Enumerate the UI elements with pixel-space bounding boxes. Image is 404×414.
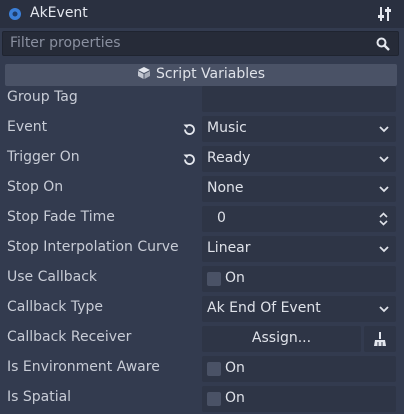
assign-label: Assign... <box>251 330 312 346</box>
property-label: Stop Fade Time <box>7 209 115 225</box>
property-label: Is Spatial <box>7 389 72 405</box>
up-down-arrows-icon[interactable] <box>378 211 389 227</box>
revert-icon[interactable] <box>182 152 197 167</box>
use-callback-checkbox[interactable]: On <box>202 266 396 292</box>
stop-fade-time-value: 0 <box>217 210 226 226</box>
script-variables-section[interactable]: Script Variables <box>5 64 397 86</box>
property-row-stop-interpolation-curve: Stop Interpolation Curve Linear <box>0 234 404 264</box>
stop-on-dropdown[interactable]: None <box>202 176 396 202</box>
broom-icon <box>374 332 386 346</box>
chevron-down-icon <box>379 306 389 313</box>
property-label: Event <box>7 119 48 135</box>
stop-fade-time-spinbox[interactable]: 0 <box>202 206 396 232</box>
checkbox-label: On <box>225 270 245 286</box>
property-row-is-environment-aware: Is Environment Aware On <box>0 354 404 384</box>
property-row-callback-type: Callback Type Ak End Of Event <box>0 294 404 324</box>
checkbox-label: On <box>225 390 245 406</box>
inspector-header: AkEvent <box>0 0 404 28</box>
callback-type-dropdown[interactable]: Ak End Of Event <box>202 296 396 322</box>
checkbox-label: On <box>225 360 245 376</box>
circle-node-icon <box>9 8 21 20</box>
stop-interpolation-curve-value: Linear <box>207 240 251 256</box>
cube-icon <box>137 67 150 79</box>
chevron-down-icon <box>379 186 389 193</box>
filter-placeholder: Filter properties <box>10 35 121 51</box>
property-row-trigger-on: Trigger On Ready <box>0 144 404 174</box>
property-row-use-callback: Use Callback On <box>0 264 404 294</box>
property-label: Callback Type <box>7 299 104 315</box>
checkbox-unchecked-icon <box>207 392 221 406</box>
property-row-is-spatial: Is Spatial On <box>0 384 404 414</box>
callback-type-value: Ak End Of Event <box>207 300 321 316</box>
trigger-on-value: Ready <box>207 150 251 166</box>
is-environment-aware-checkbox[interactable]: On <box>202 356 396 382</box>
property-label: Is Environment Aware <box>7 359 160 375</box>
search-icon <box>376 37 390 51</box>
node-title: AkEvent <box>30 5 88 21</box>
chevron-down-icon <box>379 156 389 163</box>
event-dropdown[interactable]: Music <box>202 116 396 142</box>
property-row-stop-on: Stop On None <box>0 174 404 204</box>
trigger-on-dropdown[interactable]: Ready <box>202 146 396 172</box>
chevron-down-icon <box>379 246 389 253</box>
group-tag-field[interactable] <box>202 86 396 112</box>
property-row-event: Event Music <box>0 114 404 144</box>
revert-icon[interactable] <box>182 122 197 137</box>
property-label: Group Tag <box>7 89 78 105</box>
checkbox-unchecked-icon <box>207 362 221 376</box>
property-label: Stop Interpolation Curve <box>7 239 179 255</box>
assign-button[interactable]: Assign... <box>202 326 361 352</box>
property-label: Stop On <box>7 179 64 195</box>
sliders-icon[interactable] <box>377 6 393 22</box>
section-label: Script Variables <box>155 66 266 82</box>
property-row-stop-fade-time: Stop Fade Time 0 <box>0 204 404 234</box>
property-label: Callback Receiver <box>7 329 132 345</box>
stop-on-value: None <box>207 180 244 196</box>
property-row-callback-receiver: Callback Receiver Assign... <box>0 324 404 354</box>
is-spatial-checkbox[interactable]: On <box>202 386 396 412</box>
property-label: Trigger On <box>7 149 80 165</box>
checkbox-unchecked-icon <box>207 272 221 286</box>
chevron-down-icon <box>379 126 389 133</box>
property-label: Use Callback <box>7 269 98 285</box>
event-value: Music <box>207 120 247 136</box>
property-row-group-tag: Group Tag <box>0 84 404 114</box>
clear-button[interactable] <box>364 326 396 352</box>
filter-properties-input[interactable]: Filter properties <box>2 31 399 56</box>
stop-interpolation-curve-dropdown[interactable]: Linear <box>202 236 396 262</box>
